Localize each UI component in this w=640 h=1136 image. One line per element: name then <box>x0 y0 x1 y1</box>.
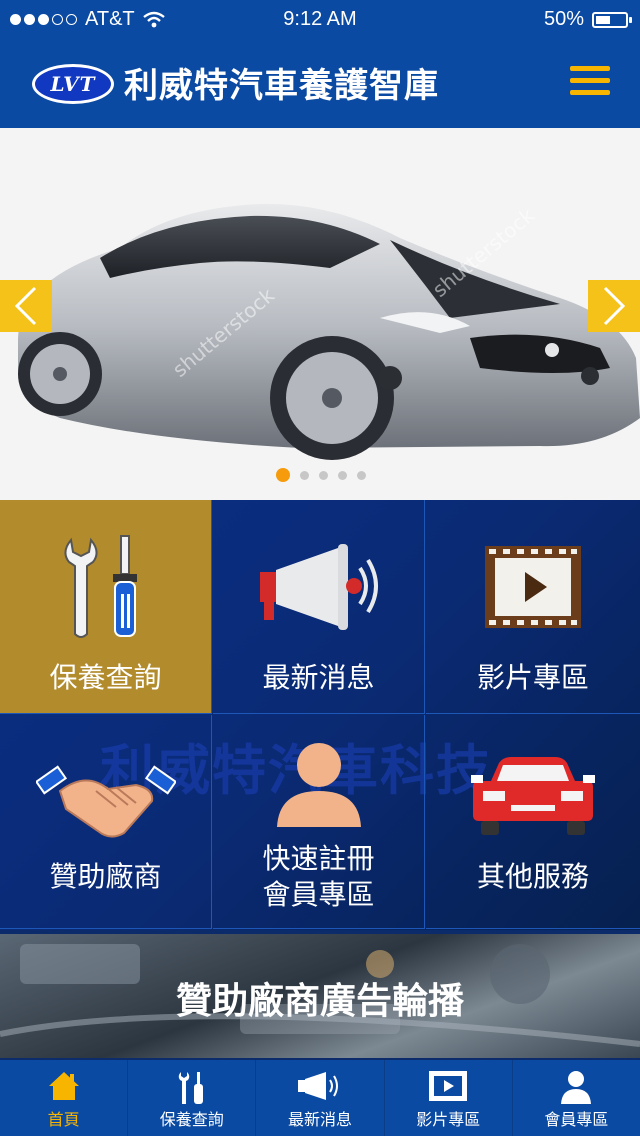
video-play-icon <box>485 546 581 628</box>
tab-label: 最新消息 <box>288 1110 353 1129</box>
tile-label: 最新消息 <box>262 661 375 694</box>
tile-register-member[interactable]: 快速註冊 會員專區 <box>213 715 425 929</box>
tile-video-zone[interactable]: 影片專區 <box>426 500 640 714</box>
wrench-screwdriver-icon <box>64 535 137 638</box>
hero-carousel[interactable]: shutterstock shutterstock <box>0 128 640 500</box>
tab-maintenance-query[interactable]: 保養查詢 <box>128 1060 257 1136</box>
carousel-pagination <box>276 468 366 482</box>
tile-latest-news[interactable]: 最新消息 <box>213 500 425 714</box>
tab-member-zone[interactable]: 會員專區 <box>513 1060 640 1136</box>
pagination-dot[interactable] <box>338 470 347 480</box>
hamburger-menu-icon[interactable] <box>570 66 610 96</box>
pagination-dot[interactable] <box>357 470 366 480</box>
tab-label: 首頁 <box>47 1110 80 1129</box>
pagination-dot[interactable] <box>300 470 309 480</box>
app-header: LVT 利威特汽車養護智庫 <box>0 40 640 128</box>
tab-label: 會員專區 <box>544 1110 609 1129</box>
feature-grid: 利威特汽車科技 保養查詢 最新消息 影片專區 贊助廠商 快速註冊 會員專區 其他… <box>0 500 640 930</box>
handshake-icon <box>35 765 176 838</box>
tab-label: 影片專區 <box>416 1110 481 1129</box>
tile-sponsors[interactable]: 贊助廠商 <box>0 715 212 929</box>
chevron-left-icon <box>14 286 37 326</box>
tile-label: 影片專區 <box>476 661 589 694</box>
tab-home[interactable]: 首頁 <box>0 1060 129 1136</box>
tile-label: 保養查詢 <box>49 661 162 694</box>
tile-label-line1: 快速註冊 <box>262 842 375 875</box>
banner-title: 贊助廠商廣告輪播 <box>175 981 464 1022</box>
tools-icon <box>178 1072 203 1104</box>
carousel-next-button[interactable] <box>588 280 640 332</box>
user-icon <box>276 743 361 827</box>
tab-latest-news[interactable]: 最新消息 <box>256 1060 385 1136</box>
car-icon <box>471 757 595 835</box>
pagination-dot[interactable] <box>319 470 328 480</box>
tile-other-services[interactable]: 其他服務 <box>426 715 640 929</box>
app-title: 利威特汽車養護智庫 <box>124 66 439 106</box>
status-bar: AT&T 9:12 AM 50% <box>0 0 640 40</box>
megaphone-icon <box>259 544 378 630</box>
logo-text: LVT <box>35 67 111 101</box>
video-icon <box>429 1071 468 1101</box>
tile-label-line2: 會員專區 <box>262 878 375 911</box>
tab-label: 保養查詢 <box>159 1110 224 1129</box>
tile-label: 贊助廠商 <box>49 860 162 893</box>
pagination-dot[interactable] <box>276 468 290 482</box>
tile-maintenance-query[interactable]: 保養查詢 <box>0 500 212 714</box>
tab-video-zone[interactable]: 影片專區 <box>385 1060 513 1136</box>
battery-icon <box>592 11 632 28</box>
chevron-right-icon <box>603 286 626 326</box>
carousel-prev-button[interactable] <box>0 280 52 332</box>
user-icon <box>561 1071 592 1104</box>
megaphone-icon <box>298 1072 338 1100</box>
battery-percent: 50% <box>543 8 584 30</box>
home-icon <box>48 1072 79 1100</box>
sponsor-ad-banner[interactable]: 贊助廠商廣告輪播 <box>0 934 640 1058</box>
car-image: shutterstock shutterstock <box>18 203 640 460</box>
app-logo[interactable]: LVT <box>32 64 114 104</box>
bottom-tab-bar: 首頁 保養查詢 最新消息 影片專區 會員專區 <box>0 1060 640 1136</box>
tile-label: 其他服務 <box>476 860 589 893</box>
